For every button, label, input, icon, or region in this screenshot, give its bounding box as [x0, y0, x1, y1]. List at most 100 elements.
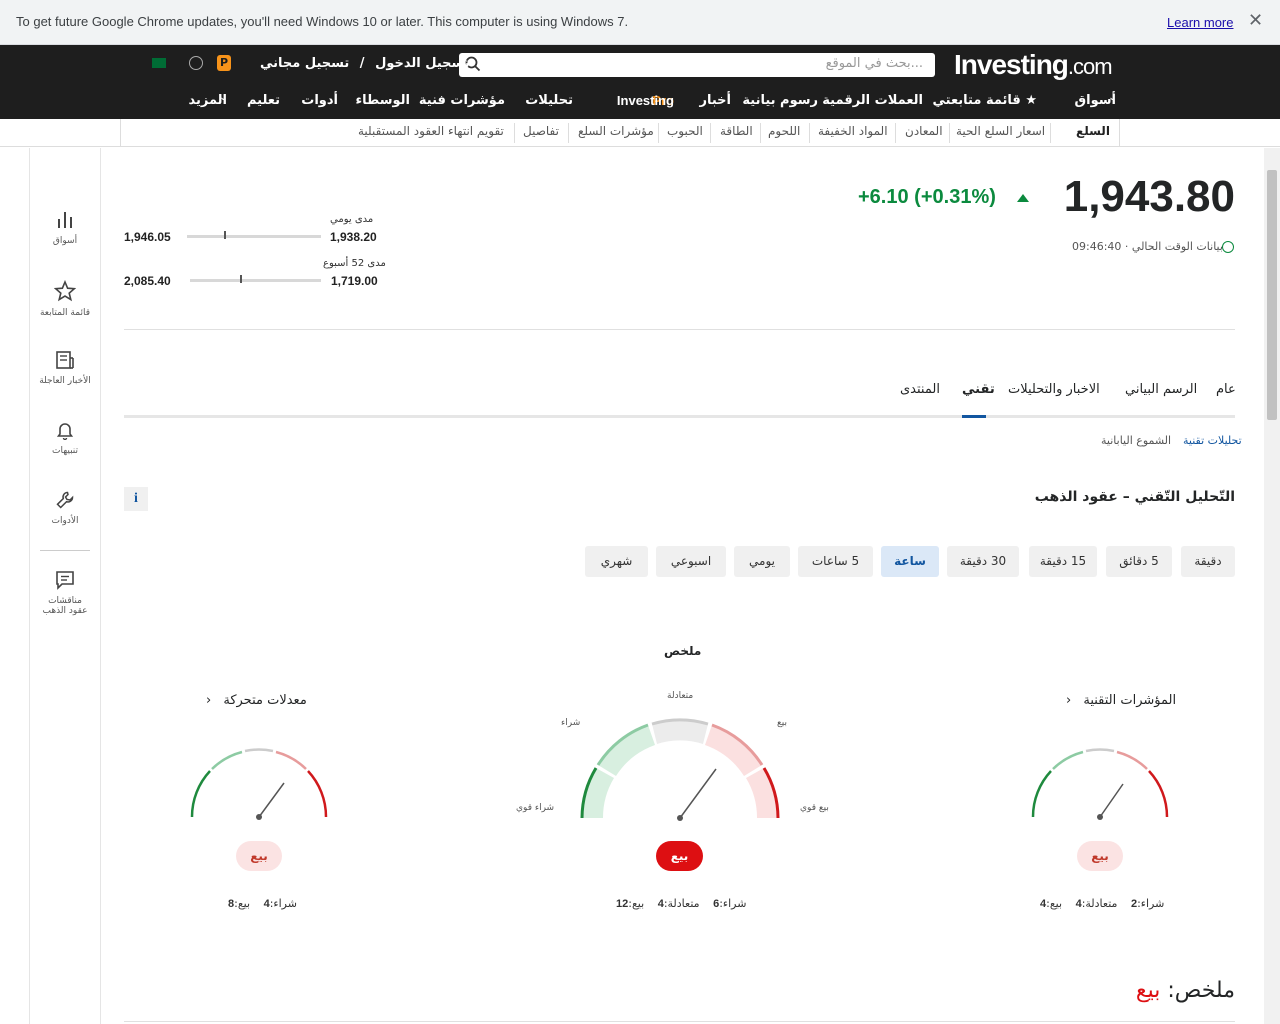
nav-technical[interactable]: مؤشرات فنية [419, 93, 505, 108]
realtime-label: بيانات الوقت الحالي · [1124, 240, 1223, 253]
divider [124, 1021, 1235, 1022]
overall-summary-label: ملخص: [1167, 978, 1235, 1003]
gauge-arc-buy [211, 750, 243, 770]
nav-news[interactable]: أخبار [700, 93, 732, 108]
nav-watchlist[interactable]: ★ قائمة متابعتي [933, 93, 1038, 108]
subnav-item-softs[interactable]: المواد الخفيفة [818, 124, 888, 138]
overall-summary-value: بيع [1135, 978, 1161, 1003]
day-range-high: 1,946.05 [124, 230, 171, 244]
nav-education[interactable]: تعليم [247, 93, 280, 108]
subnav-divider [568, 123, 569, 143]
day-range-low: 1,938.20 [330, 230, 377, 244]
indicators-title-link[interactable]: المؤشرات التقنية ‹ [1066, 693, 1176, 708]
day-range-marker [224, 231, 226, 239]
last-price: 1,943.80 [1063, 172, 1235, 221]
sidebar-item-alerts[interactable]: تنبيهات [30, 420, 100, 456]
subnav-item-details[interactable]: تفاصيل [523, 124, 559, 138]
signin-link[interactable]: تسجيل الدخول [375, 56, 470, 71]
sidebar-label-alerts: تنبيهات [51, 446, 78, 456]
gauge-arc-strong-sell [307, 770, 328, 818]
sidebar-item-watchlist[interactable]: قائمة المتابعة [30, 280, 100, 318]
auth-links: تسجيل الدخول / تسجيل مجاني [260, 56, 470, 71]
sidebar-label-watchlist: قائمة المتابعة [39, 308, 90, 318]
tab-chart[interactable]: الرسم البياني [1125, 382, 1197, 397]
timeframe-5hours[interactable]: 5 ساعات [798, 546, 873, 577]
change-value: +6.10 [858, 186, 909, 208]
sidebar-item-tools[interactable]: الأدوات [30, 490, 100, 526]
gauge-pivot [256, 814, 262, 820]
subtab-technical-analysis[interactable]: تحليلات تقنية [1183, 434, 1242, 447]
timeframe-15min[interactable]: 15 دقيقة [1029, 546, 1097, 577]
gauge-arc-strong-buy [190, 770, 211, 818]
nav-investing-pro[interactable]: Investing Pro [617, 93, 674, 108]
chat-icon [56, 571, 74, 590]
sidebar-item-discussions[interactable]: مناقشات عقود الذهب [30, 570, 100, 616]
indicators-title: المؤشرات التقنية [1083, 693, 1177, 708]
page-scrollbar[interactable] [1264, 148, 1280, 1024]
divider [124, 329, 1235, 330]
signup-link[interactable]: تسجيل مجاني [260, 56, 349, 71]
logo-main: Investing [954, 49, 1069, 80]
timeframe-5min[interactable]: 5 دقائق [1106, 546, 1172, 577]
section-title: التّحليل التّقني – عقود الذهب [1034, 489, 1235, 505]
subtab-candlestick-patterns[interactable]: الشموع اليابانية [1101, 434, 1171, 447]
left-sidebar: أسواق قائمة المتابعة الأخبار العاجلة تنب… [29, 148, 101, 1024]
tab-news-analysis[interactable]: الاخبار والتحليلات [1008, 382, 1100, 397]
timeframe-monthly[interactable]: شهري [585, 546, 648, 577]
subnav-divider [514, 123, 515, 143]
moving-averages-title-link[interactable]: معدلات متحركة ‹ [206, 693, 307, 708]
nav-crypto[interactable]: العملات الرقمية [822, 93, 923, 108]
nav-tools[interactable]: أدوات [301, 93, 338, 108]
search-input[interactable]: بحث في الموقع... [459, 53, 935, 77]
history-icon[interactable] [189, 56, 203, 70]
timeframe-daily[interactable]: يومي [734, 546, 790, 577]
subnav-item-energy[interactable]: الطاقة [720, 124, 753, 138]
week52-range-low: 1,719.00 [331, 274, 378, 288]
pro-icon[interactable]: P [217, 55, 231, 71]
timeframe-30min[interactable]: 30 دقيقة [947, 546, 1019, 577]
tab-technical[interactable]: تقني [962, 382, 995, 397]
indicators-buy-label: شراء: [1137, 897, 1165, 910]
close-icon[interactable]: ✕ [1248, 10, 1263, 31]
nav-analysis[interactable]: تحليلات [525, 93, 573, 108]
saudi-flag-icon[interactable] [152, 58, 166, 68]
subnav-divider [710, 123, 711, 143]
subnav-divider [895, 123, 896, 143]
main-nav: أسواق ⌄ ★ قائمة متابعتي العملات الرقمية … [0, 93, 1280, 119]
subnav-item-live-prices[interactable]: اسعار السلع الحية [956, 124, 1045, 138]
realtime-info: بيانات الوقت الحالي · 09:46:40 [1072, 240, 1223, 253]
subnav-item-meats[interactable]: اللحوم [768, 124, 800, 138]
gauge-label-strong-sell: بيع قوي [800, 803, 829, 813]
chevron-down-icon: ⌄ [219, 93, 227, 103]
indicators-counts: شراء:2 متعادلة:4 بيع:4 [1030, 897, 1164, 910]
gauge-needle [258, 782, 285, 818]
moving-averages-signal-badge: بيع [236, 841, 282, 871]
subnav-item-commodities[interactable]: السلع [1076, 124, 1110, 138]
nav-charts[interactable]: رسوم بيانية [742, 93, 818, 108]
timeframe-1min[interactable]: دقيقة [1181, 546, 1235, 577]
subnav-item-metals[interactable]: المعادن [905, 124, 943, 138]
subnav-item-indices[interactable]: مؤشرات السلع [578, 124, 654, 138]
scrollbar-thumb[interactable] [1267, 170, 1277, 420]
gauge-needle [679, 768, 717, 819]
learn-more-link[interactable]: Learn more [1167, 15, 1233, 30]
ma-sell-label: بيع: [234, 897, 251, 910]
site-logo[interactable]: Investing.com [954, 49, 1113, 81]
nav-brokers[interactable]: الوسطاء [356, 93, 410, 108]
sidebar-label-breaking-news: الأخبار العاجلة [39, 376, 91, 386]
gauge-zone-sell [705, 725, 762, 776]
sidebar-item-breaking-news[interactable]: الأخبار العاجلة [30, 350, 100, 386]
tab-general[interactable]: عام [1216, 382, 1236, 397]
sidebar-divider [40, 550, 90, 551]
timeframe-weekly[interactable]: اسبوعي [656, 546, 726, 577]
subnav-item-expiration-calendar[interactable]: تقويم انتهاء العقود المستقبلية [358, 124, 504, 138]
wrench-icon [56, 491, 74, 509]
logo-suffix: .com [1067, 54, 1113, 79]
info-icon[interactable]: i [124, 487, 148, 511]
commodities-subnav: السلع اسعار السلع الحية المعادن المواد ا… [0, 119, 1280, 147]
tab-forum[interactable]: المنتدى [900, 382, 940, 397]
subnav-item-grains[interactable]: الحبوب [667, 124, 703, 138]
gauge-zone-neutral [652, 719, 708, 744]
timeframe-1hour[interactable]: ساعة [881, 546, 939, 577]
sidebar-item-markets[interactable]: أسواق [30, 210, 100, 246]
